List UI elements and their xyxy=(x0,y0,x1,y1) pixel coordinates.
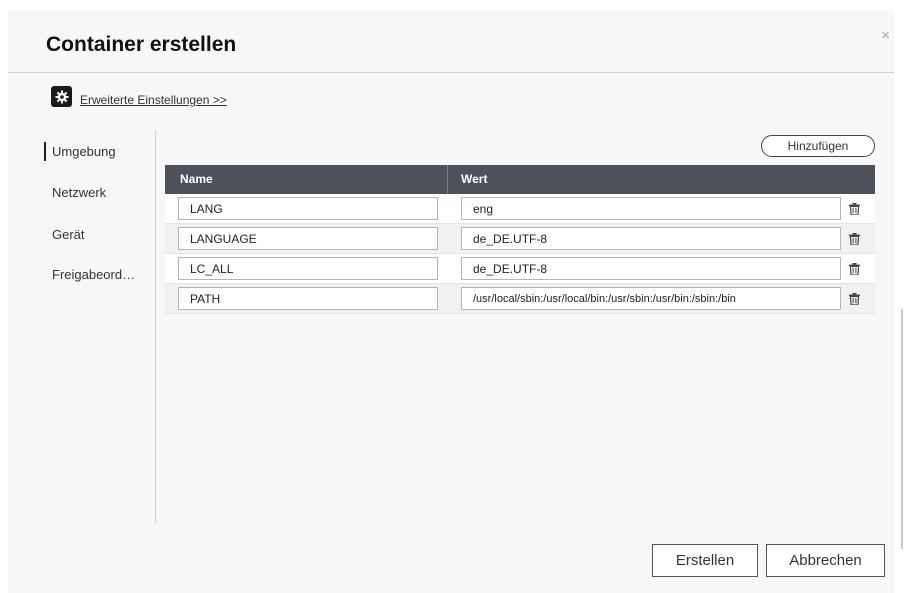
add-variable-button[interactable]: Hinzufügen xyxy=(761,135,875,157)
nav-item-netzwerk[interactable]: Netzwerk xyxy=(44,182,135,203)
gear-icon xyxy=(51,86,72,107)
trash-icon[interactable] xyxy=(847,292,861,306)
table-header: Name Wert xyxy=(165,165,875,194)
title-divider xyxy=(8,72,894,73)
column-header-name: Name xyxy=(165,165,448,194)
trash-icon[interactable] xyxy=(847,202,861,216)
env-name-input[interactable] xyxy=(178,227,438,250)
trash-icon[interactable] xyxy=(847,262,861,276)
nav-item-label: Netzwerk xyxy=(52,185,107,200)
table-row xyxy=(165,284,875,314)
close-icon[interactable]: × xyxy=(881,27,890,44)
advanced-settings: Erweiterte Einstellungen >> xyxy=(51,86,227,107)
env-table: Name Wert xyxy=(165,165,875,314)
nav-item-freigabeordner[interactable]: Freigabeord… xyxy=(44,264,135,285)
table-row xyxy=(165,224,875,254)
env-value-input[interactable] xyxy=(461,287,841,310)
nav-item-label: Umgebung xyxy=(52,144,116,159)
column-header-value: Wert xyxy=(461,172,488,186)
scrollbar[interactable] xyxy=(901,309,903,549)
settings-nav: Umgebung Netzwerk Gerät Freigabeord… xyxy=(44,141,135,285)
dialog-title: Container erstellen xyxy=(46,33,237,56)
env-value-input[interactable] xyxy=(461,227,841,250)
nav-item-label: Gerät xyxy=(52,227,85,242)
create-button[interactable]: Erstellen xyxy=(652,544,758,577)
create-container-dialog: Container erstellen × Erweiterte Einstel… xyxy=(8,11,903,593)
nav-divider xyxy=(155,130,156,523)
advanced-settings-link[interactable]: Erweiterte Einstellungen >> xyxy=(80,94,227,107)
cancel-button[interactable]: Abbrechen xyxy=(766,544,885,577)
table-row xyxy=(165,254,875,284)
table-row xyxy=(165,194,875,224)
env-name-input[interactable] xyxy=(178,197,438,220)
nav-item-umgebung[interactable]: Umgebung xyxy=(44,141,135,162)
env-value-input[interactable] xyxy=(461,197,841,220)
nav-item-geraet[interactable]: Gerät xyxy=(44,224,135,245)
env-value-input[interactable] xyxy=(461,257,841,280)
nav-item-label: Freigabeord… xyxy=(52,267,136,282)
trash-icon[interactable] xyxy=(847,232,861,246)
env-name-input[interactable] xyxy=(178,257,438,280)
env-name-input[interactable] xyxy=(178,287,438,310)
